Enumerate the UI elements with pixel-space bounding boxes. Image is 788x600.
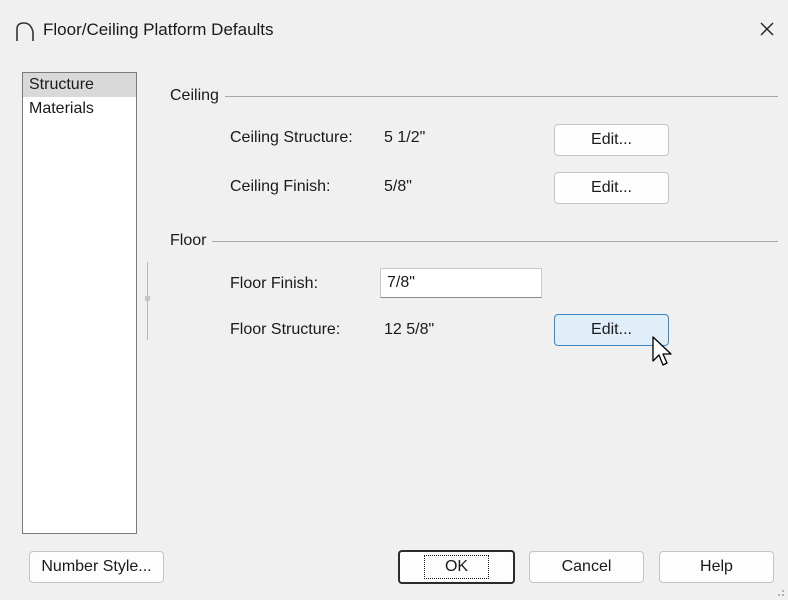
ceiling-group-heading: Ceiling	[170, 87, 225, 105]
floor-group-line	[170, 241, 778, 242]
number-style-button[interactable]: Number Style...	[29, 551, 164, 583]
window-title: Floor/Ceiling Platform Defaults	[43, 20, 274, 39]
ceiling-group-line	[170, 96, 778, 97]
category-list[interactable]: Structure Materials	[22, 72, 137, 534]
floor-finish-field[interactable]: 7/8"	[380, 268, 542, 298]
floor-structure-value: 12 5/8"	[384, 321, 435, 338]
floor-structure-label: Floor Structure:	[230, 321, 341, 338]
ceiling-finish-value: 5/8"	[384, 178, 412, 195]
ceiling-finish-edit-button[interactable]: Edit...	[554, 172, 669, 204]
splitter-grip[interactable]	[145, 296, 150, 301]
help-button[interactable]: Help	[659, 551, 774, 583]
floor-finish-label: Floor Finish:	[230, 275, 319, 292]
mouse-pointer-icon	[652, 336, 672, 366]
cancel-button[interactable]: Cancel	[529, 551, 644, 583]
ceiling-structure-label: Ceiling Structure:	[230, 129, 353, 146]
arch-icon	[16, 22, 34, 41]
ok-button-label: OK	[423, 555, 490, 579]
ok-button[interactable]: OK	[398, 550, 515, 584]
panel-splitter[interactable]	[147, 262, 148, 340]
ceiling-structure-value: 5 1/2"	[384, 129, 426, 146]
ceiling-finish-label: Ceiling Finish:	[230, 178, 331, 195]
close-icon[interactable]	[750, 12, 784, 46]
ceiling-structure-edit-button[interactable]: Edit...	[554, 124, 669, 156]
floor-group-heading: Floor	[170, 232, 213, 250]
resize-grip-icon[interactable]	[772, 584, 786, 598]
sidebar-item-structure[interactable]: Structure	[23, 73, 136, 97]
sidebar-item-materials[interactable]: Materials	[23, 97, 136, 121]
title-bar: Floor/Ceiling Platform Defaults	[0, 0, 788, 58]
